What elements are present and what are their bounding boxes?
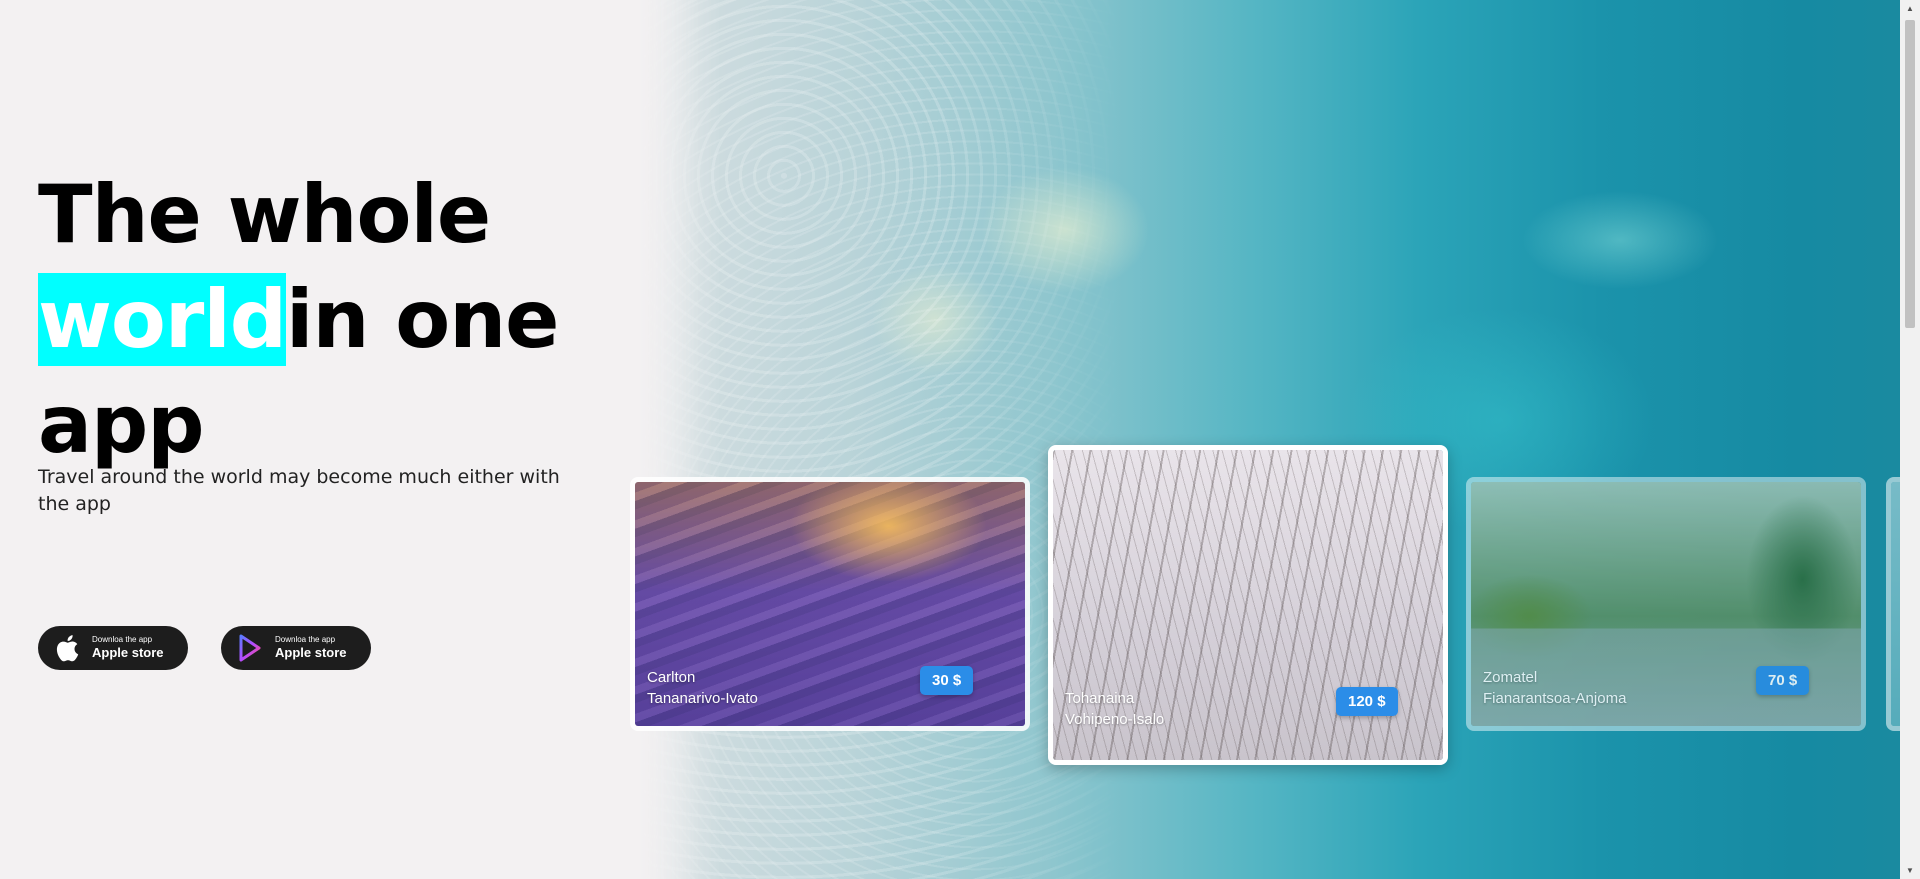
card-location: Tohanaina Vohipeno-Isalo [1065,688,1164,730]
price-badge: 70 $ [1756,666,1810,695]
destination-card-2[interactable]: Tohanaina Vohipeno-Isalo 120 $ [1048,445,1448,765]
card-location-line1: Carlton [647,669,696,686]
scroll-down-arrow-icon[interactable]: ▼ [1900,862,1920,879]
play-store-icon [235,633,265,663]
card-location: Carlton Tananarivo-Ivato [647,667,758,709]
destination-card-1[interactable]: Carlton Tananarivo-Ivato 30 $ [630,477,1030,731]
hero-subtitle: Travel around the world may become much … [38,466,560,515]
hero-title-highlight: world [38,273,287,366]
apple-icon [52,633,82,663]
store-small-label: Downloa the app [92,635,153,644]
hero-title-line3: app [38,378,205,471]
play-store-text: Downloa the app Apple store [275,635,347,661]
scroll-thumb[interactable] [1905,20,1915,328]
card-location-line2: Fianarantsoa-Anjoma [1483,690,1627,707]
price-badge: 30 $ [920,666,974,695]
card-location: Zomatel Fianarantsoa-Anjoma [1483,667,1626,709]
card-location-line2: Tananarivo-Ivato [647,690,758,707]
card-location-line2: Vohipeno-Isalo [1065,711,1165,728]
page-scrollbar[interactable]: ▲ ▼ [1900,0,1920,879]
app-store-text: Downloa the app Apple store [92,635,164,661]
hero-title-line1: The whole [38,168,491,261]
store-small-label: Downloa the app [275,635,336,644]
price-badge: 120 $ [1336,687,1398,716]
hero-title: The whole worldin one app [38,162,559,477]
store-label: Apple store [92,645,164,660]
card-location-line1: Zomatel [1483,669,1538,686]
app-store-button[interactable]: Downloa the app Apple store [38,626,188,670]
scroll-up-arrow-icon[interactable]: ▲ [1900,0,1920,17]
play-store-button[interactable]: Downloa the app Apple store [221,626,371,670]
card-location-line1: Tohanaina [1065,690,1135,707]
hero-title-line2: in one [286,273,559,366]
destination-card-3[interactable]: Zomatel Fianarantsoa-Anjoma 70 $ [1466,477,1866,731]
store-label: Apple store [275,645,347,660]
